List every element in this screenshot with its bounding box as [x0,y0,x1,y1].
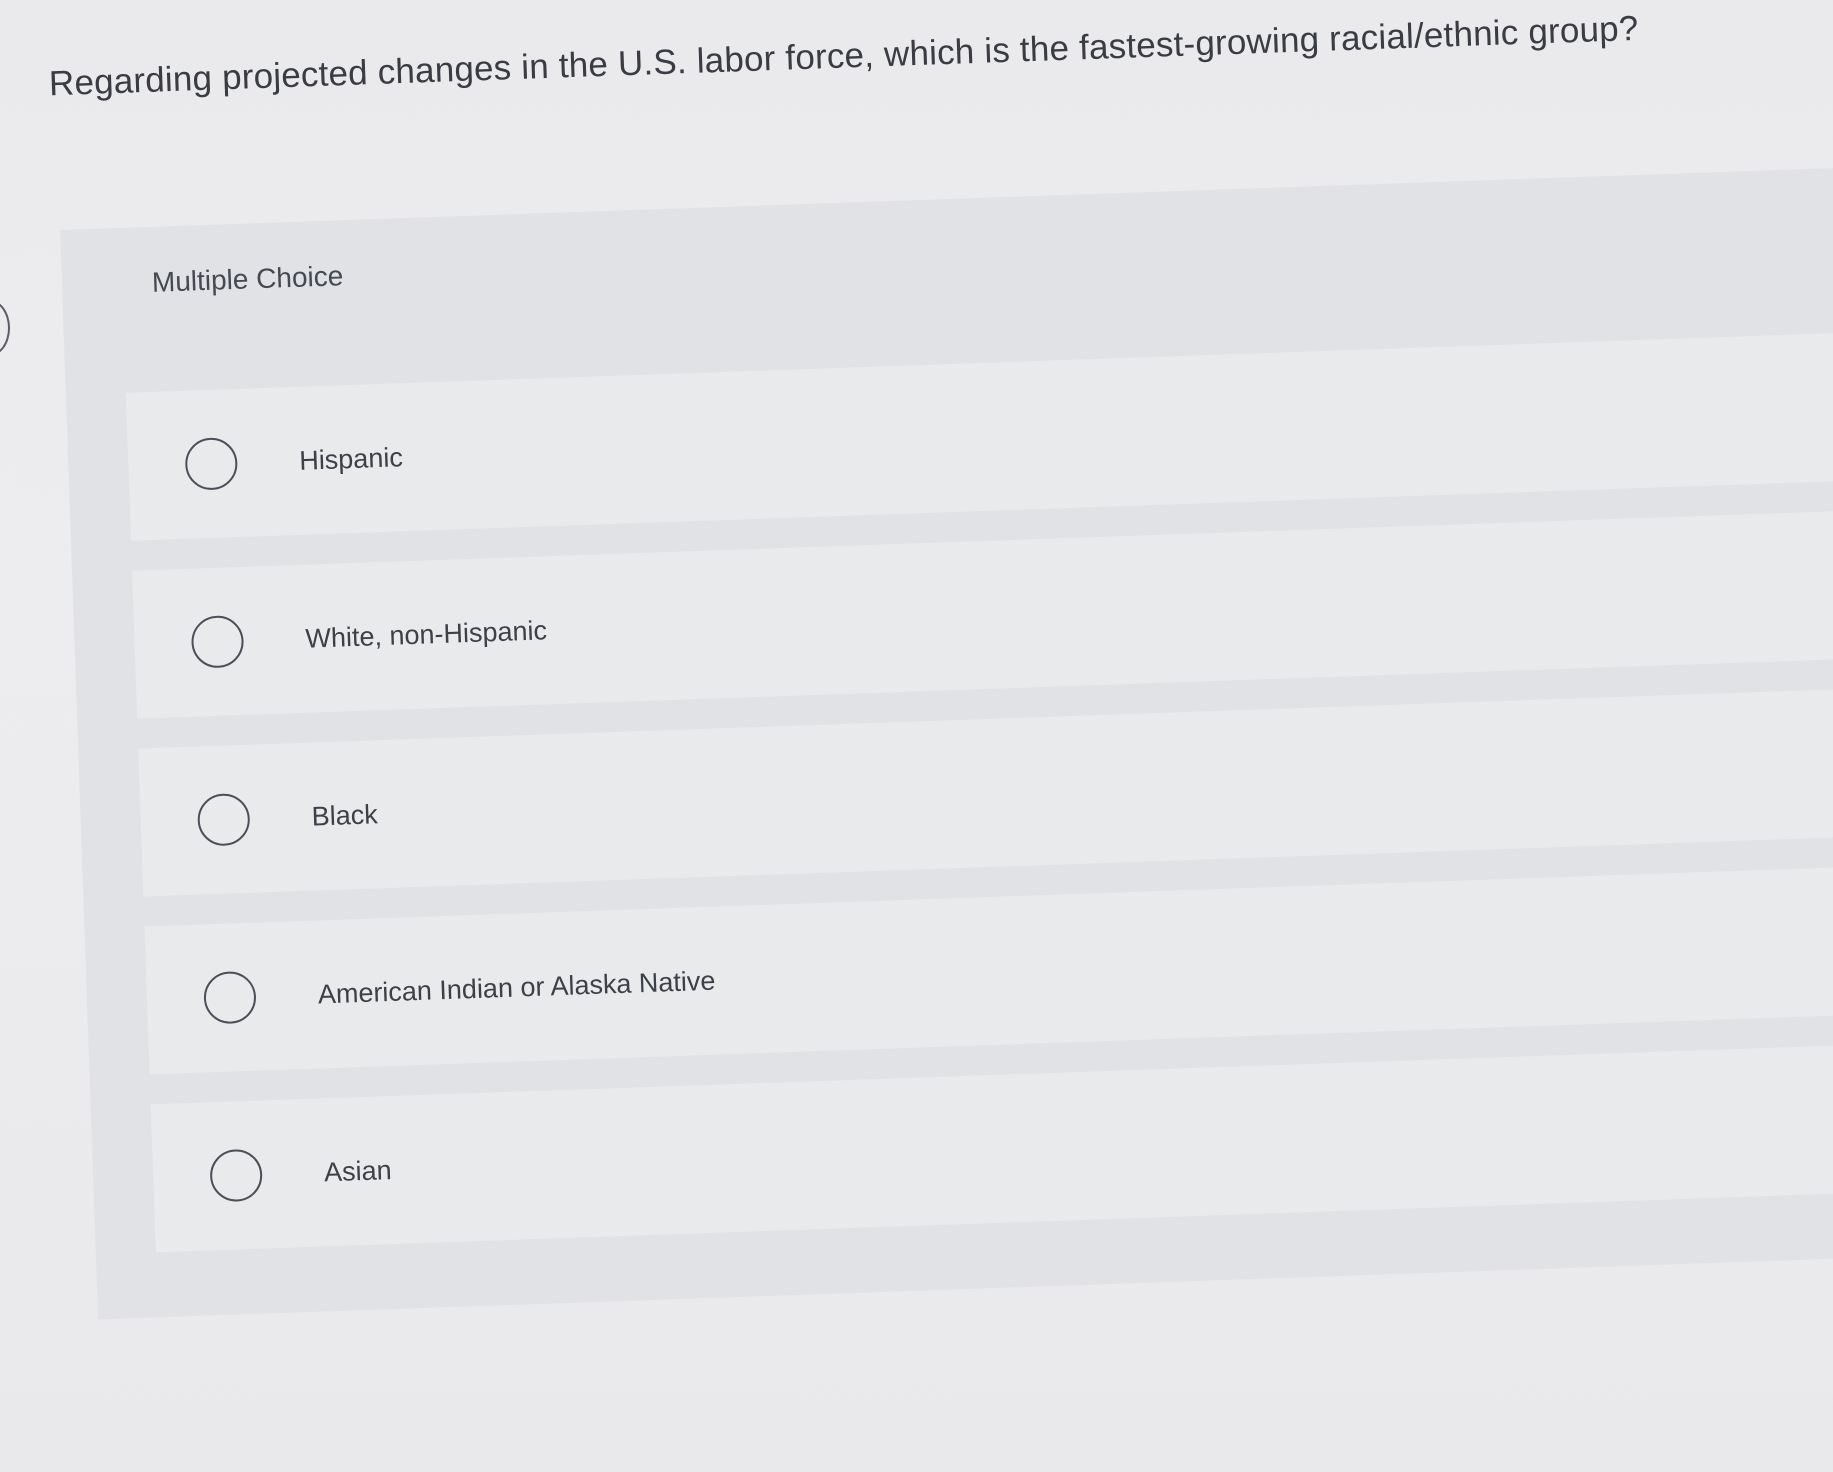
radio-button[interactable] [190,614,245,669]
multiple-choice-label: Multiple Choice [151,260,344,298]
option-label: White, non-Hispanic [304,614,548,654]
radio-button[interactable] [203,970,257,1025]
option-label: Black [311,798,379,832]
option-label: Asian [323,1154,393,1187]
answer-option-black[interactable]: Black [138,685,1833,897]
radio-button[interactable] [184,437,239,491]
answer-options: Hispanic White, non-Hispanic Black Ameri… [125,330,1833,1282]
option-label: Hispanic [298,441,404,476]
answer-option-american-indian[interactable]: American Indian or Alaska Native [144,863,1833,1075]
answer-option-white-non-hispanic[interactable]: White, non-Hispanic [131,507,1833,719]
radio-button[interactable] [196,792,251,847]
answer-option-hispanic[interactable]: Hispanic [125,330,1833,541]
question-text: Regarding projected changes in the U.S. … [48,8,1640,104]
option-label: American Indian or Alaska Native [317,965,716,1010]
partial-radio-edge [0,300,10,356]
multiple-choice-panel: Multiple Choice Hispanic White, non-Hisp… [60,165,1833,1320]
radio-button[interactable] [209,1148,264,1203]
quiz-page: Regarding projected changes in the U.S. … [0,0,1833,1471]
answer-option-asian[interactable]: Asian [150,1041,1833,1253]
